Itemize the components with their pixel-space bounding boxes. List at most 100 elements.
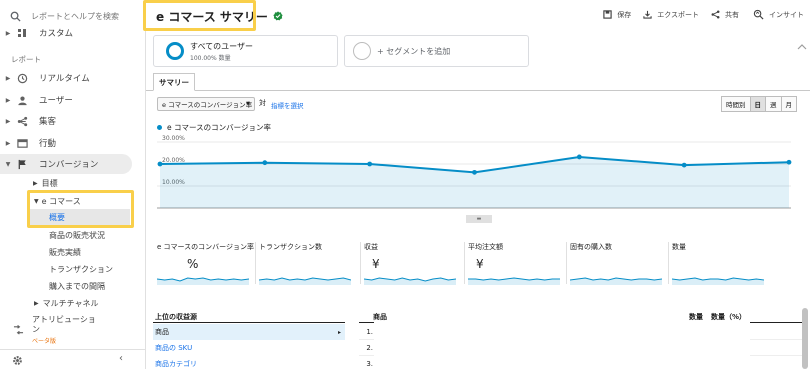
gear-icon[interactable] xyxy=(12,355,23,369)
scorecard-value xyxy=(680,257,766,270)
tab-divider xyxy=(146,90,810,91)
scorecard-divider xyxy=(360,242,361,284)
sidebar-item-realtime[interactable]: ▶ リアルタイム xyxy=(0,68,132,88)
sidebar-item-label: リアルタイム xyxy=(39,74,90,84)
add-segment-label: + セグメントを追加 xyxy=(377,46,451,56)
insights-label: インサイト xyxy=(769,10,804,19)
scorecard-value: % xyxy=(187,257,199,271)
sidebar-item-overview[interactable]: 概要 xyxy=(30,209,130,226)
sidebar-item-behavior[interactable]: ▶ 行動 xyxy=(0,133,132,153)
data-point[interactable] xyxy=(157,161,163,167)
search-placeholder: レポートとヘルプを検索 xyxy=(31,12,119,21)
source-row-category[interactable]: 商品カテゴリ xyxy=(153,356,345,369)
page-title-text: e コマース サマリー xyxy=(156,9,268,24)
qty-pct-header: 数量（%） xyxy=(711,313,747,321)
sidebar-item-acquisition[interactable]: ▶ 集客 xyxy=(0,111,132,131)
data-point[interactable] xyxy=(786,159,792,165)
sparkline xyxy=(671,277,765,285)
time-button-week[interactable]: 週 xyxy=(765,96,782,112)
scrollbar[interactable] xyxy=(802,308,808,369)
dashboard-icon xyxy=(15,28,29,38)
add-segment-button[interactable]: + セグメントを追加 xyxy=(344,35,529,67)
report-toolbar: 保存 エクスポート 共有 インサイト xyxy=(591,9,804,20)
time-button-hourly[interactable]: 時間別 xyxy=(721,96,751,112)
attribution-icon xyxy=(13,325,24,338)
clock-icon xyxy=(15,73,29,84)
save-icon xyxy=(603,10,612,19)
sidebar-item-conversions[interactable]: ▼ コンバージョン xyxy=(0,154,132,174)
data-point[interactable] xyxy=(472,169,477,175)
sparkline xyxy=(258,277,352,285)
chart-resize-handle[interactable]: ▬ xyxy=(466,215,492,223)
source-label: 商品カテゴリ xyxy=(155,360,197,368)
metric-select[interactable]: e コマースのコンバージョン率 ▼ xyxy=(157,97,255,111)
sidebar-item-label: 商品の販売状況 xyxy=(49,231,105,240)
tab-summary[interactable]: サマリー xyxy=(153,73,195,91)
time-button-month[interactable]: 月 xyxy=(780,96,797,112)
time-button-day[interactable]: 日 xyxy=(749,96,766,112)
collapse-sidebar-icon[interactable]: ‹ xyxy=(119,353,123,364)
sidebar-item-transactions[interactable]: トランザクション xyxy=(49,261,113,278)
scorecard[interactable]: 収益 ¥ xyxy=(363,242,458,288)
source-label: 商品の SKU xyxy=(155,344,193,352)
search-icon xyxy=(10,11,21,22)
chart-legend: e コマースのコンバージョン率 xyxy=(157,122,271,133)
row-index: 3. xyxy=(366,359,373,368)
legend-dot xyxy=(157,125,162,130)
scorecard[interactable]: トランザクション数 xyxy=(258,242,353,288)
sidebar: レポートとヘルプを検索 ▶ カスタム レポート ▶ リアルタイム ▶ ユーザー xyxy=(0,0,146,369)
sidebar-item-time-to-purchase[interactable]: 購入までの間隔 xyxy=(49,278,105,295)
source-header: 上位の収益源 xyxy=(155,313,197,321)
scorecard-label: e コマースのコンバージョン率 xyxy=(157,243,255,251)
select-metric-link[interactable]: 指標を選択 xyxy=(271,100,304,110)
scorecard-divider xyxy=(566,242,567,284)
scorecard[interactable]: 数量 xyxy=(671,242,766,288)
sidebar-item-goals[interactable]: ▶ 目標 xyxy=(33,175,58,192)
source-header-rule xyxy=(153,322,345,323)
behavior-icon xyxy=(15,138,29,149)
save-button[interactable]: 保存 xyxy=(603,10,631,20)
collapse-arrow-icon: ▼ xyxy=(34,198,39,205)
sidebar-item-audience[interactable]: ▶ ユーザー xyxy=(0,90,132,110)
sidebar-item-multichannel[interactable]: ▶ マルチチャネル xyxy=(34,295,99,312)
scroll-up-arrow-icon[interactable] xyxy=(796,36,808,50)
sidebar-item-sales-performance[interactable]: 販売実績 xyxy=(49,244,81,261)
row-index: 2. xyxy=(366,343,373,352)
data-point[interactable] xyxy=(367,161,373,167)
source-row-product[interactable]: 商品 ▸ xyxy=(153,324,345,340)
segment-name: すべてのユーザー xyxy=(190,41,253,51)
sidebar-item-label: 目標 xyxy=(41,179,58,188)
sidebar-item-product-performance[interactable]: 商品の販売状況 xyxy=(49,227,105,244)
share-button[interactable]: 共有 xyxy=(711,10,739,20)
insights-icon xyxy=(753,9,764,20)
data-point[interactable] xyxy=(576,154,582,160)
scorecard-label: トランザクション数 xyxy=(259,243,322,251)
sidebar-item-attribution[interactable]: アトリビューション ベータ版 xyxy=(0,313,110,347)
data-point[interactable] xyxy=(681,162,687,168)
tab-summary-label: サマリー xyxy=(159,77,189,87)
export-label: エクスポート xyxy=(657,10,699,19)
segment-all-users[interactable]: すべてのユーザー 100.00% 数量 xyxy=(153,35,338,67)
segment-text: すべてのユーザー 100.00% 数量 xyxy=(190,41,253,62)
sidebar-item-label: 集客 xyxy=(39,117,57,127)
sidebar-item-label: 行動 xyxy=(39,139,57,149)
section-label-report: レポート xyxy=(11,55,41,64)
scorecard-label: 数量 xyxy=(672,243,686,251)
export-button[interactable]: エクスポート xyxy=(643,10,699,20)
sidebar-item-label: トランザクション xyxy=(49,265,113,274)
scorecard-value: ¥ xyxy=(372,257,380,271)
flag-icon xyxy=(15,159,29,170)
scorecard[interactable]: 固有の購入数 xyxy=(569,242,664,288)
sidebar-item-ecommerce[interactable]: ▼ e コマース xyxy=(34,193,81,210)
scorecard[interactable]: 平均注文額 ¥ xyxy=(468,242,562,288)
source-row-sku[interactable]: 商品の SKU xyxy=(153,340,345,356)
qty-header: 数量 xyxy=(689,313,703,321)
verified-icon xyxy=(273,11,283,21)
insights-button[interactable]: インサイト xyxy=(753,9,804,20)
source-label: 商品 xyxy=(155,328,169,336)
sidebar-item-label: e コマース xyxy=(41,197,81,206)
scorecard[interactable]: e コマースのコンバージョン率% xyxy=(156,242,255,288)
sidebar-item-custom[interactable]: ▶ カスタム xyxy=(0,26,132,40)
expand-arrow-icon: ▶ xyxy=(34,300,39,307)
data-point[interactable] xyxy=(262,160,268,166)
